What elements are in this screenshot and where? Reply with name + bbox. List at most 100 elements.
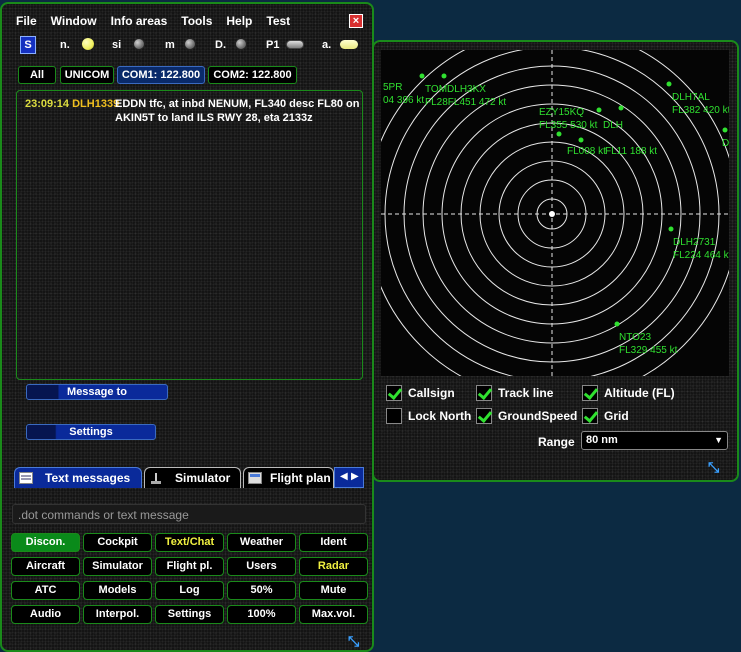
status-led-si-icon xyxy=(133,38,145,50)
command-input[interactable]: .dot commands or text message xyxy=(12,504,366,524)
close-icon: × xyxy=(352,15,360,27)
range-select[interactable]: 80 nm ▼ xyxy=(581,431,728,450)
track-line-checkbox[interactable] xyxy=(476,385,492,401)
interpol-button[interactable]: Interpol. xyxy=(83,605,152,624)
mute-button[interactable]: Mute xyxy=(299,581,368,600)
tab-unicom[interactable]: UNICOM xyxy=(60,66,114,84)
tab-scroll[interactable]: ◀ ▶ xyxy=(334,467,364,488)
aircraft-blip-icon[interactable] xyxy=(666,81,672,87)
scroll-left-icon[interactable]: ◀ xyxy=(340,471,348,482)
message-time: 23:09:14 xyxy=(25,98,70,110)
menu-window[interactable]: Window xyxy=(51,14,97,30)
audio-button[interactable]: Audio xyxy=(11,605,80,624)
menu-tools[interactable]: Tools xyxy=(181,14,212,30)
chevron-down-icon: ▼ xyxy=(714,435,723,445)
settings-button[interactable]: Settings xyxy=(26,424,156,440)
log-button[interactable]: Log xyxy=(155,581,224,600)
aircraft-label: NTO23 xyxy=(619,332,651,343)
text-messages-icon xyxy=(19,472,33,484)
radar-display[interactable]: 5PR 04 396 ktTOMDLH3KX FL28FL451 472 kt EZY… xyxy=(381,50,729,376)
grid-checkbox[interactable] xyxy=(582,408,598,424)
menu-help[interactable]: Help xyxy=(226,14,252,30)
aircraft-button[interactable]: Aircraft xyxy=(11,557,80,576)
message-callsign: DLH1339 xyxy=(72,98,120,110)
close-button[interactable]: × xyxy=(349,14,363,28)
callsign-checkbox[interactable] xyxy=(386,385,402,401)
discon-button[interactable]: Discon. xyxy=(11,533,80,552)
altitude-label: Altitude (FL) xyxy=(604,386,675,400)
aircraft-label: TOMDLH3KX xyxy=(425,84,486,95)
status-label-n: n. xyxy=(60,39,70,51)
aircraft-label: FL355 530 kt xyxy=(539,120,598,131)
radar-window: 5PR 04 396 kt TOMDLH3KX FL28FL451 472 kt EZY… xyxy=(372,40,739,482)
flight-plan-button[interactable]: Flight pl. xyxy=(155,557,224,576)
tab-all[interactable]: All xyxy=(18,66,56,84)
status-pill-p1-icon xyxy=(286,40,304,49)
status-label-si: si xyxy=(112,39,122,51)
altitude-checkbox[interactable] xyxy=(582,385,598,401)
atc-button[interactable]: ATC xyxy=(11,581,80,600)
radar-button[interactable]: Radar xyxy=(299,557,368,576)
joystick-icon xyxy=(151,473,161,484)
range-value: 80 nm xyxy=(586,434,618,446)
aircraft-blip-icon[interactable] xyxy=(722,127,728,133)
aircraft-blip-icon[interactable] xyxy=(596,107,602,113)
tab-com2[interactable]: COM2: 122.800 xyxy=(208,66,297,84)
weather-button[interactable]: Weather xyxy=(227,533,296,552)
aircraft-blip-icon[interactable] xyxy=(614,321,620,327)
message-header: 23:09:14 DLH1339 xyxy=(25,97,119,111)
menu-test[interactable]: Test xyxy=(266,14,290,30)
lock-north-checkbox[interactable] xyxy=(386,408,402,424)
aircraft-label: 04 396 kt xyxy=(383,95,424,106)
lock-north-label: Lock North xyxy=(408,409,472,423)
aircraft-label: DLH7AL xyxy=(672,92,710,103)
settings-grid-button[interactable]: Settings xyxy=(155,605,224,624)
tab-text-messages-label: Text messages xyxy=(45,471,131,485)
cockpit-button[interactable]: Cockpit xyxy=(83,533,152,552)
ident-button[interactable]: Ident xyxy=(299,533,368,552)
message-to-button[interactable]: Message to xyxy=(26,384,168,400)
aircraft-blip-icon[interactable] xyxy=(618,105,624,111)
groundspeed-checkbox[interactable] xyxy=(476,408,492,424)
status-led-n-icon xyxy=(82,38,94,50)
aircraft-blip-icon[interactable] xyxy=(578,137,584,143)
volume-100-button[interactable]: 100% xyxy=(227,605,296,624)
tab-text-messages[interactable]: Text messages xyxy=(14,467,142,488)
aircraft-blip-icon[interactable] xyxy=(419,73,425,79)
aircraft-blip-icon[interactable] xyxy=(668,226,674,232)
message-area[interactable]: 23:09:14 DLH1339 EDDN tfc, at inbd NENUM… xyxy=(16,90,363,380)
callsign-label: Callsign xyxy=(408,386,455,400)
scroll-right-icon[interactable]: ▶ xyxy=(351,471,359,482)
users-button[interactable]: Users xyxy=(227,557,296,576)
groundspeed-label: GroundSpeed xyxy=(498,409,578,423)
status-label-m: m xyxy=(165,39,175,51)
s-badge[interactable]: S xyxy=(20,36,36,54)
models-button[interactable]: Models xyxy=(83,581,152,600)
status-label-p1: P1 xyxy=(266,39,280,51)
max-volume-button[interactable]: Max.vol. xyxy=(299,605,368,624)
message-text: EDDN tfc, at inbd NENUM, FL340 desc FL80… xyxy=(115,98,360,124)
simulator-button[interactable]: Simulator xyxy=(83,557,152,576)
aircraft-label: FL382 420 kt xyxy=(672,105,729,116)
expand-icon[interactable]: ⤡ xyxy=(348,634,362,648)
status-pill-a-icon xyxy=(340,40,358,49)
aircraft-blip-icon[interactable] xyxy=(441,73,447,79)
aircraft-label: FL224 464 kt xyxy=(673,250,729,261)
menu-bar: File Window Info areas Tools Help Test xyxy=(16,14,290,30)
aircraft-label: 5PR xyxy=(383,82,402,93)
radar-expand-icon[interactable]: ⤡ xyxy=(708,460,722,474)
bottom-tabs: Text messages Simulator Flight plan ◀ ▶ xyxy=(14,467,366,489)
aircraft-label: EZY15KQ xyxy=(539,107,584,118)
aircraft-label: DLH2731 xyxy=(673,237,716,248)
tab-flight-plan[interactable]: Flight plan xyxy=(243,467,334,488)
aircraft-blip-icon[interactable] xyxy=(556,131,562,137)
aircraft-label: DLH xyxy=(603,120,623,131)
menu-file[interactable]: File xyxy=(16,14,37,30)
menu-info-areas[interactable]: Info areas xyxy=(111,14,168,30)
tab-simulator[interactable]: Simulator xyxy=(144,467,241,488)
volume-50-button[interactable]: 50% xyxy=(227,581,296,600)
text-chat-button[interactable]: Text/Chat xyxy=(155,533,224,552)
flight-plan-icon xyxy=(248,472,262,484)
tab-com1[interactable]: COM1: 122.800 xyxy=(117,66,205,84)
aircraft-label: FL11 188 kt xyxy=(605,146,657,157)
